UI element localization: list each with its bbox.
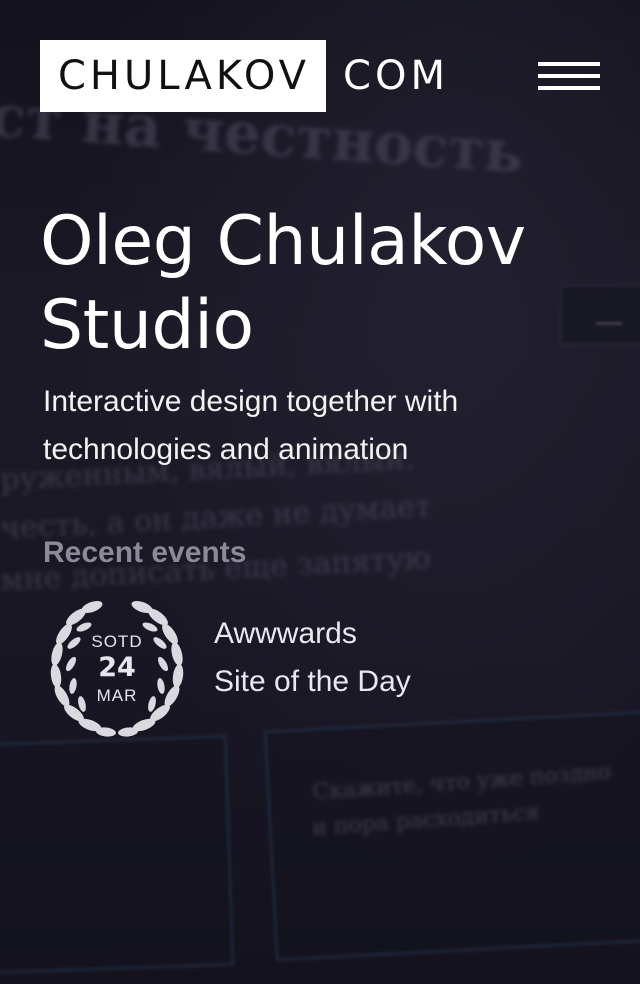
page-subtitle: Interactive design together with technol… (43, 378, 583, 474)
page-subtitle-line: Interactive design together with (43, 385, 459, 418)
menu-bar (538, 86, 600, 90)
badge-day: 24 (98, 652, 136, 683)
award-subtitle[interactable]: Site of the Day (214, 658, 411, 706)
logo-main: CHULAKOV (40, 40, 327, 112)
site-logo[interactable]: CHULAKOV COM (40, 40, 449, 112)
award-title[interactable]: Awwwards (214, 610, 411, 658)
page-title: Oleg Chulakov Studio (40, 200, 600, 368)
page-subtitle-line: technologies and animation (43, 433, 409, 466)
recent-events-heading: Recent events (43, 536, 247, 569)
logo-tld: COM (343, 53, 449, 99)
badge-month: MAR (97, 686, 138, 705)
award-item[interactable]: Awwwards Site of the Day (214, 610, 411, 706)
hamburger-menu-icon[interactable] (536, 60, 602, 94)
badge-label-top: SOTD (91, 632, 142, 651)
background-scene: ст на честность руженным, вялый, вялый. … (0, 0, 640, 984)
menu-bar (538, 62, 600, 66)
page-title-line: Studio (40, 286, 254, 365)
page-title-line: Oleg Chulakov (40, 202, 526, 281)
background-overlay (0, 0, 640, 984)
laurel-wreath-icon[interactable]: SOTD 24 MAR (44, 598, 190, 740)
menu-bar (538, 74, 600, 78)
